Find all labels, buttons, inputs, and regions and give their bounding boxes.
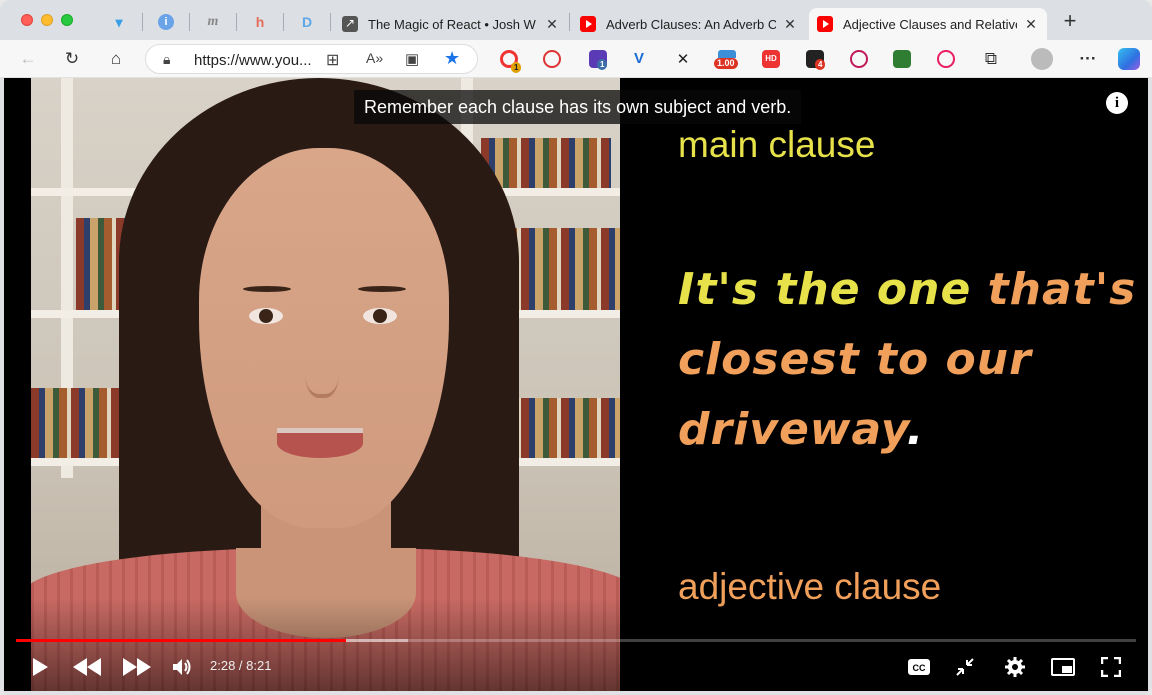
- fast-forward-icon: [123, 658, 151, 676]
- gear-icon: [1005, 657, 1025, 677]
- new-tab-button[interactable]: +: [1060, 10, 1080, 32]
- youtube-icon: [580, 16, 596, 32]
- close-tab-icon[interactable]: ✕: [544, 16, 560, 33]
- tab-separator: [283, 13, 284, 31]
- address-bar[interactable]: 🔒︎ https://www.you... ⊞ A» ▣ ★: [145, 44, 478, 74]
- cc-icon: CC: [908, 659, 930, 675]
- progress-bar[interactable]: [16, 639, 1136, 642]
- tab-separator: [236, 13, 237, 31]
- sentence-period: .: [906, 404, 925, 455]
- settings-button[interactable]: [1001, 654, 1029, 680]
- reload-button[interactable]: ↻: [61, 48, 83, 70]
- rewind-icon: [73, 658, 101, 676]
- exit-theater-button[interactable]: [951, 654, 979, 680]
- toolbar: ← ↻ ⌂ 🔒︎ https://www.you... ⊞ A» ▣ ★ 1 1…: [0, 40, 1152, 78]
- time-display: 2:28 / 8:21: [210, 658, 272, 673]
- minimize-window-button[interactable]: [41, 14, 53, 26]
- sentence-relative-pronoun: that's: [987, 264, 1137, 315]
- browser-window: ▾ i m h D ↗ The Magic of React • Josh W …: [0, 0, 1152, 695]
- fast-forward-button[interactable]: [120, 654, 154, 680]
- info-icon[interactable]: i: [1106, 92, 1128, 114]
- sentence-last-line: driveway.: [678, 404, 924, 455]
- arrow-icon: ↗: [342, 16, 358, 32]
- profile-avatar[interactable]: [1031, 48, 1053, 70]
- tab-magic-of-react[interactable]: ↗ The Magic of React • Josh W Comeau ✕: [334, 8, 568, 40]
- miniplayer-icon: [1051, 658, 1075, 676]
- volume-button[interactable]: [168, 654, 196, 680]
- apps-icon[interactable]: ⊞: [326, 50, 339, 70]
- miniplayer-button[interactable]: [1049, 654, 1077, 680]
- dark-extension-icon[interactable]: 4: [806, 50, 826, 70]
- home-button[interactable]: ⌂: [105, 48, 127, 70]
- play-button[interactable]: [26, 654, 54, 680]
- volume-icon: [173, 659, 191, 675]
- sentence-main-part: It's the one: [678, 264, 972, 315]
- video-extension-icon[interactable]: [937, 50, 955, 68]
- tab-separator: [330, 13, 331, 31]
- speed-extension-icon[interactable]: 1.00: [714, 50, 738, 69]
- tab-title: The Magic of React • Josh W Comeau: [368, 16, 538, 32]
- close-tab-icon[interactable]: ✕: [1023, 16, 1039, 33]
- read-aloud-icon[interactable]: A»: [366, 50, 383, 66]
- media-icon[interactable]: ▣: [405, 50, 419, 68]
- v-extension-icon[interactable]: V: [630, 50, 648, 68]
- pinned-tab-d-icon[interactable]: D: [298, 13, 316, 31]
- sentence-adjective-end: driveway: [678, 404, 907, 455]
- favorite-star-icon[interactable]: ★: [444, 48, 460, 69]
- scatter-extension-icon[interactable]: ✕: [674, 50, 692, 68]
- played-bar: [16, 639, 347, 642]
- extension-badge: 1: [511, 62, 522, 73]
- tab-title: Adjective Clauses and Relative Pronouns: [843, 16, 1017, 32]
- record-extension-icon[interactable]: 1: [500, 50, 522, 73]
- tab-adjective-clauses[interactable]: Adjective Clauses and Relative Pronouns …: [809, 8, 1047, 40]
- tab-separator: [142, 13, 143, 31]
- download-extension-icon[interactable]: [893, 50, 911, 68]
- main-clause-label: main clause: [678, 124, 876, 165]
- tab-strip: ▾ i m h D ↗ The Magic of React • Josh W …: [0, 0, 1152, 42]
- pinned-tab-v-icon[interactable]: ▾: [110, 13, 128, 31]
- play-extension-icon[interactable]: [850, 50, 868, 68]
- zoom-window-button[interactable]: [61, 14, 73, 26]
- extension-badge: 4: [815, 59, 826, 70]
- fullscreen-icon: [1101, 657, 1121, 677]
- subtitle-caption: Remember each clause has its own subject…: [354, 90, 802, 124]
- copilot-icon[interactable]: [1118, 48, 1140, 70]
- search-extension-icon[interactable]: [543, 50, 561, 68]
- tab-separator: [569, 13, 570, 31]
- svg-text:CC: CC: [913, 663, 926, 673]
- extension-badge: 1: [597, 59, 608, 70]
- tab-adverb-clauses[interactable]: Adverb Clauses: An Adverb Clause ✕: [572, 8, 806, 40]
- close-tab-icon[interactable]: ✕: [782, 16, 798, 33]
- video-player[interactable]: main clause It's the one that's closest …: [4, 78, 1148, 691]
- pinned-tab-h-icon[interactable]: h: [251, 13, 269, 31]
- url-text: https://www.you...: [194, 52, 312, 69]
- minimize-arrows-icon: [956, 658, 974, 676]
- puzzle-extension-icon[interactable]: 1: [589, 50, 608, 70]
- play-icon: [33, 658, 48, 676]
- back-button[interactable]: ←: [17, 48, 39, 70]
- lock-icon: 🔒︎: [163, 51, 171, 67]
- pinned-tab-m-icon[interactable]: m: [204, 13, 222, 31]
- more-menu-icon[interactable]: ···: [1077, 48, 1099, 70]
- info-circle-icon: i: [158, 14, 174, 30]
- example-sentence: It's the one that's: [678, 264, 1136, 315]
- sentence-adjective-part: closest to our: [678, 334, 1032, 385]
- tab-separator: [189, 13, 190, 31]
- captions-button[interactable]: CC: [905, 654, 933, 680]
- pinned-tab-info-icon[interactable]: i: [157, 13, 175, 31]
- tab-title: Adverb Clauses: An Adverb Clause: [606, 16, 776, 32]
- youtube-icon: [817, 16, 833, 32]
- rewind-button[interactable]: [70, 654, 104, 680]
- fullscreen-button[interactable]: [1097, 654, 1125, 680]
- speed-badge: 1.00: [714, 58, 738, 69]
- close-window-button[interactable]: [21, 14, 33, 26]
- hd-extension-icon[interactable]: HD: [762, 50, 780, 68]
- extensions-puzzle-icon[interactable]: ⧉: [980, 48, 1002, 70]
